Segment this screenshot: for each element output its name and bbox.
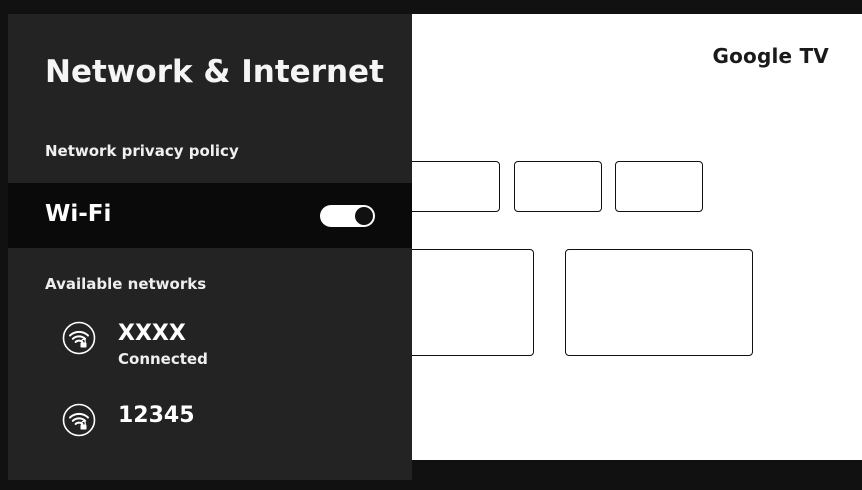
wifi-lock-icon bbox=[62, 321, 96, 355]
panel-title: Network & Internet bbox=[45, 54, 384, 90]
content-tile[interactable] bbox=[615, 161, 703, 212]
wifi-toggle-row[interactable]: Wi-Fi bbox=[8, 183, 412, 248]
tv-screen: Google TV Network & Internet Network pri… bbox=[0, 0, 862, 490]
network-privacy-policy-item[interactable]: Network privacy policy bbox=[45, 142, 239, 160]
wifi-label: Wi-Fi bbox=[45, 201, 112, 227]
wifi-lock-icon bbox=[62, 403, 96, 437]
settings-panel: Network & Internet Network privacy polic… bbox=[8, 14, 412, 480]
content-tile[interactable] bbox=[412, 249, 534, 356]
network-name: 12345 bbox=[118, 403, 195, 428]
home-screen-preview: Google TV bbox=[412, 14, 862, 460]
network-status: Connected bbox=[118, 350, 208, 368]
available-networks-heading: Available networks bbox=[45, 275, 207, 293]
wifi-toggle-switch[interactable] bbox=[320, 205, 375, 227]
content-tile[interactable] bbox=[514, 161, 602, 212]
network-name: XXXX bbox=[118, 321, 186, 346]
brand-logo: Google TV bbox=[712, 44, 829, 68]
content-tile[interactable] bbox=[412, 161, 500, 212]
content-tile[interactable] bbox=[565, 249, 753, 356]
toggle-knob bbox=[355, 207, 373, 225]
